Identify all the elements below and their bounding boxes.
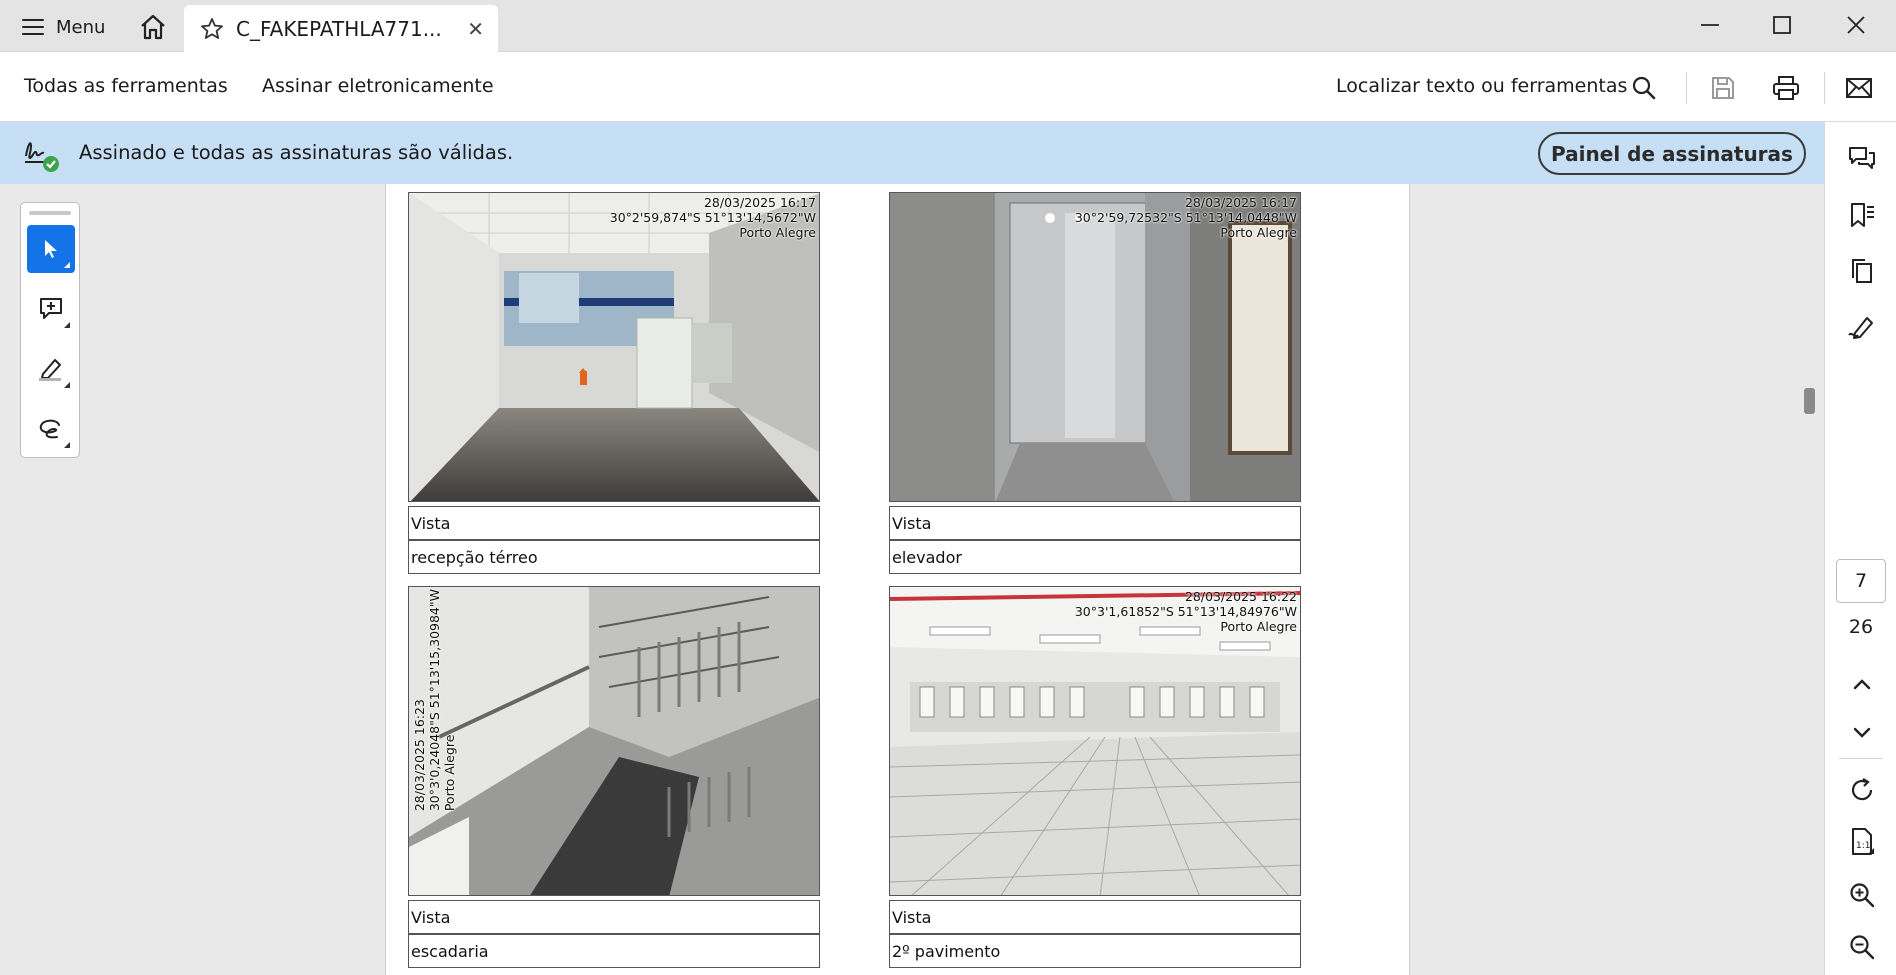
add-comment-tool-button[interactable] (27, 285, 75, 333)
photo-caption-cell: escadaria (408, 934, 820, 968)
svg-text:1:1: 1:1 (1856, 841, 1870, 851)
actual-size-button[interactable]: 1:1 (1845, 825, 1879, 859)
photo-label-cell: Vista (889, 506, 1301, 540)
close-window-button[interactable] (1836, 8, 1876, 42)
current-page-input[interactable]: 7 (1836, 559, 1886, 603)
photo-stamp: 28/03/2025 16:22 30°3'1,61852"S 51°13'14… (1074, 589, 1297, 634)
photo-stamp: 28/03/2025 16:23 30°3'0,24048"S 51°13'15… (412, 589, 457, 812)
photo-stamp: 28/03/2025 16:17 30°2'59,72532"S 51°13'1… (1074, 195, 1297, 240)
search-button[interactable] (1628, 72, 1660, 104)
home-icon (141, 14, 165, 40)
next-page-button[interactable] (1845, 716, 1879, 750)
lasso-draw-icon (39, 419, 60, 439)
search-icon (1632, 76, 1656, 100)
previous-page-button[interactable] (1845, 667, 1879, 701)
email-button[interactable] (1843, 72, 1875, 104)
panel-grip[interactable] (29, 211, 71, 215)
cursor-icon (45, 240, 57, 258)
comments-icon (1849, 147, 1875, 169)
hamburger-icon (22, 19, 44, 35)
signature-panel-button[interactable]: Painel de assinaturas (1538, 132, 1806, 175)
bookmarks-button[interactable] (1845, 198, 1879, 232)
signature-status-text: Assinado e todas as assinaturas são váli… (79, 141, 514, 164)
signature-status-bar: Assinado e todas as assinaturas são váli… (0, 122, 1824, 184)
staircase-photo-image (409, 587, 819, 895)
page-fit-icon: 1:1 (1852, 828, 1874, 855)
close-icon (1847, 16, 1865, 34)
photo-label-cell: Vista (889, 900, 1301, 934)
photo-second-floor: 28/03/2025 16:22 30°3'1,61852"S 51°13'14… (889, 586, 1301, 896)
draw-tool-button[interactable] (27, 405, 75, 453)
title-bar: Menu C_FAKEPATHLA771... ✕ (0, 0, 1896, 52)
signature-valid-icon (25, 142, 59, 172)
highlighter-icon (39, 359, 61, 381)
tab-title: C_FAKEPATHLA771... (236, 16, 442, 41)
rotate-button[interactable] (1845, 773, 1879, 807)
photo-stamp: 28/03/2025 16:17 30°2'59,874"S 51°13'14,… (609, 195, 816, 240)
close-tab-icon[interactable]: ✕ (467, 17, 484, 41)
save-button[interactable] (1707, 72, 1739, 104)
document-page: 28/03/2025 16:17 30°2'59,874"S 51°13'14,… (385, 184, 1410, 975)
zoom-in-icon (1850, 883, 1875, 908)
top-toolbar: Todas as ferramentas Assinar eletronicam… (0, 52, 1896, 122)
photo-staircase: 28/03/2025 16:23 30°3'0,24048"S 51°13'15… (408, 586, 820, 896)
page-thumbnails-button[interactable] (1845, 254, 1879, 288)
esign-link[interactable]: Assinar eletronicamente (262, 75, 494, 97)
star-icon[interactable] (200, 17, 224, 41)
rail-divider (1839, 758, 1883, 759)
pages-icon (1852, 259, 1872, 283)
photo-label-cell: Vista (408, 900, 820, 934)
rotate-icon (1851, 778, 1873, 801)
vertical-scrollbar-thumb[interactable] (1804, 388, 1815, 414)
highlight-tool-button[interactable] (27, 345, 75, 393)
bookmark-icon (1851, 203, 1874, 227)
zoom-out-icon (1850, 935, 1875, 960)
minimize-button[interactable] (1690, 8, 1730, 42)
search-tools-label[interactable]: Localizar texto ou ferramentas (1336, 75, 1627, 97)
comments-button[interactable] (1845, 142, 1879, 176)
chevron-up-icon (1853, 679, 1871, 690)
zoom-in-button[interactable] (1845, 878, 1879, 912)
minimize-icon (1701, 24, 1719, 26)
right-rail: 7 26 1:1 (1824, 122, 1896, 975)
document-tab[interactable]: C_FAKEPATHLA771... ✕ (184, 5, 498, 52)
total-pages-label: 26 (1848, 616, 1874, 638)
toolbar-divider (1824, 72, 1825, 104)
select-tool-button[interactable] (27, 225, 75, 273)
quick-tools-panel (20, 202, 80, 458)
menu-label: Menu (56, 16, 106, 38)
home-button[interactable] (138, 12, 168, 42)
menu-button[interactable]: Menu (22, 12, 105, 42)
chevron-down-icon (1853, 727, 1871, 738)
toolbar-divider (1686, 72, 1687, 104)
maximize-button[interactable] (1762, 8, 1802, 42)
print-button[interactable] (1770, 72, 1802, 104)
photo-caption-cell: recepção térreo (408, 540, 820, 574)
envelope-icon (1846, 78, 1872, 98)
print-icon (1773, 76, 1799, 100)
all-tools-link[interactable]: Todas as ferramentas (24, 75, 228, 97)
photo-caption-cell: elevador (889, 540, 1301, 574)
pen-sign-icon (1848, 317, 1873, 339)
zoom-out-button[interactable] (1845, 930, 1879, 964)
comment-plus-icon (40, 298, 62, 319)
photo-label-cell: Vista (408, 506, 820, 540)
photo-elevator: 28/03/2025 16:17 30°2'59,72532"S 51°13'1… (889, 192, 1301, 502)
maximize-icon (1773, 16, 1791, 34)
save-icon (1712, 77, 1734, 99)
photo-caption-cell: 2º pavimento (889, 934, 1301, 968)
photo-reception: 28/03/2025 16:17 30°2'59,874"S 51°13'14,… (408, 192, 820, 502)
fill-sign-button[interactable] (1845, 310, 1879, 344)
